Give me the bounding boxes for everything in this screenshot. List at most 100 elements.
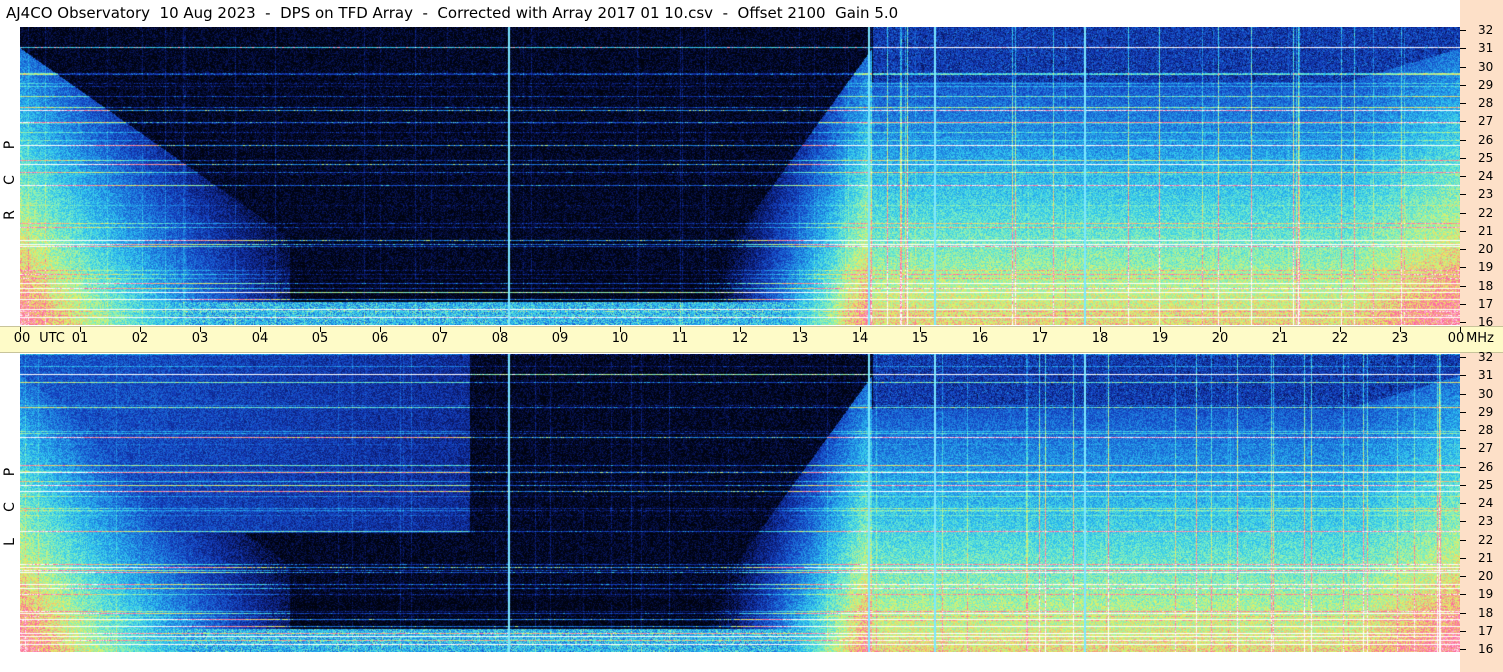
freq-tick-mark [1460,466,1466,468]
freq-tick-label: 22 [1478,205,1494,220]
time-tick-label: 14 [851,331,869,346]
freq-tick-label: 16 [1478,315,1494,329]
freq-tick-label: 26 [1478,459,1494,474]
freq-tick-mark [1460,212,1466,214]
time-tick-label: 22 [1331,331,1349,346]
time-tick-label: 00 [13,331,31,346]
freq-tick-label: 27 [1478,114,1494,129]
freq-tick-label: 24 [1478,496,1494,510]
time-tick-label: 17 [1031,331,1049,346]
time-tick-label: 01 [71,331,89,346]
pol-letter: L [2,538,18,546]
freq-tick-mark [1460,194,1466,196]
freq-tick-label: 32 [1478,23,1494,37]
time-tick-label: 18 [1091,331,1109,346]
time-tick-label: 10 [611,331,629,346]
time-tick-label: 03 [191,331,209,346]
time-tick-label: 16 [971,331,989,346]
freq-tick-mark [1460,139,1466,141]
lcp-spectrogram [20,354,1460,652]
freq-tick-label: 20 [1478,242,1494,256]
time-tick-label: 21 [1271,331,1289,346]
time-tick-label: 12 [731,331,749,346]
freq-tick-mark [1460,322,1466,323]
freq-tick-label: 19 [1478,587,1494,602]
freq-tick-label: 28 [1478,96,1494,110]
freq-tick-label: 26 [1478,132,1494,147]
freq-tick-mark [1460,503,1466,504]
freq-tick-label: 23 [1478,514,1494,529]
time-tick-label: 11 [671,331,689,346]
rcp-frequency-axis: 16 17 18 19 20 21 22 23 24 25 26 27 28 29 30 31 32 [1460,23,1503,329]
freq-tick-label: 16 [1478,642,1494,656]
freq-tick-label: 31 [1478,368,1494,383]
freq-tick-label: 25 [1478,150,1494,165]
utc-unit-label: UTC [39,331,65,346]
utc-time-axis: 00 01 02 03 04 05 06 07 08 09 10 11 12 13 14 15 16 17 18 19… [0,326,1503,353]
time-tick-label: 02 [131,331,149,346]
freq-tick-label: 21 [1478,550,1494,565]
time-tick-label: 05 [311,331,329,346]
freq-tick-label: 32 [1478,350,1494,364]
freq-tick-label: 22 [1478,532,1494,547]
lcp-label: L C P [0,354,20,652]
freq-tick-mark [1460,448,1466,450]
freq-tick-mark [1460,521,1466,523]
freq-tick-label: 18 [1478,278,1494,293]
freq-tick-mark [1460,393,1466,395]
freq-tick-label: 27 [1478,441,1494,456]
chart-title: AJ4CO Observatory 10 Aug 2023 - DPS on T… [0,0,1460,26]
freq-tick-label: 28 [1478,423,1494,437]
freq-tick-mark [1460,176,1466,177]
pol-letter: C [2,502,18,512]
freq-tick-mark [1460,557,1466,559]
freq-tick-mark [1460,484,1466,486]
freq-tick-mark [1460,649,1466,650]
time-tick-label: 20 [1211,331,1229,346]
freq-tick-mark [1460,103,1466,104]
freq-tick-mark [1460,375,1466,377]
freq-tick-mark [1460,612,1466,614]
freq-tick-mark [1460,630,1466,632]
lcp-spectrogram-canvas [20,354,1460,652]
rcp-spectrogram [20,27,1460,325]
freq-tick-mark [1460,411,1466,413]
freq-tick-mark [1460,249,1466,250]
time-tick-label: 09 [551,331,569,346]
freq-tick-mark [1460,357,1466,358]
freq-tick-label: 29 [1478,404,1494,419]
freq-tick-label: 24 [1478,169,1494,183]
freq-tick-mark [1460,303,1466,305]
freq-tick-label: 30 [1478,386,1494,401]
freq-tick-mark [1460,430,1466,431]
freq-tick-label: 30 [1478,59,1494,74]
lcp-frequency-axis: 16 17 18 19 20 21 22 23 24 25 26 27 28 29 30 31 32 [1460,350,1503,656]
pol-letter: C [2,175,18,185]
freq-tick-mark [1460,66,1466,68]
time-tick-label: 23 [1391,331,1409,346]
rcp-spectrogram-canvas [20,27,1460,325]
time-tick-label: 06 [371,331,389,346]
freq-tick-mark [1460,230,1466,232]
freq-tick-mark [1460,48,1466,50]
freq-tick-label: 17 [1478,296,1494,311]
time-tick-label: 13 [791,331,809,346]
freq-tick-mark [1460,84,1466,86]
time-tick-label: 00 [1447,331,1465,346]
time-tick-label: 08 [491,331,509,346]
freq-tick-mark [1460,576,1466,577]
freq-tick-mark [1460,121,1466,123]
freq-tick-label: 23 [1478,187,1494,202]
freq-tick-label: 21 [1478,223,1494,238]
time-tick-label: 15 [911,331,929,346]
pol-letter: R [2,210,18,220]
freq-tick-mark [1460,539,1466,541]
pol-letter: P [2,467,18,477]
freq-tick-label: 25 [1478,477,1494,492]
freq-tick-label: 19 [1478,260,1494,275]
freq-tick-mark [1460,157,1466,159]
time-tick-label: 19 [1151,331,1169,346]
freq-tick-mark [1460,30,1466,31]
freq-tick-label: 18 [1478,605,1494,620]
freq-tick-label: 29 [1478,77,1494,92]
